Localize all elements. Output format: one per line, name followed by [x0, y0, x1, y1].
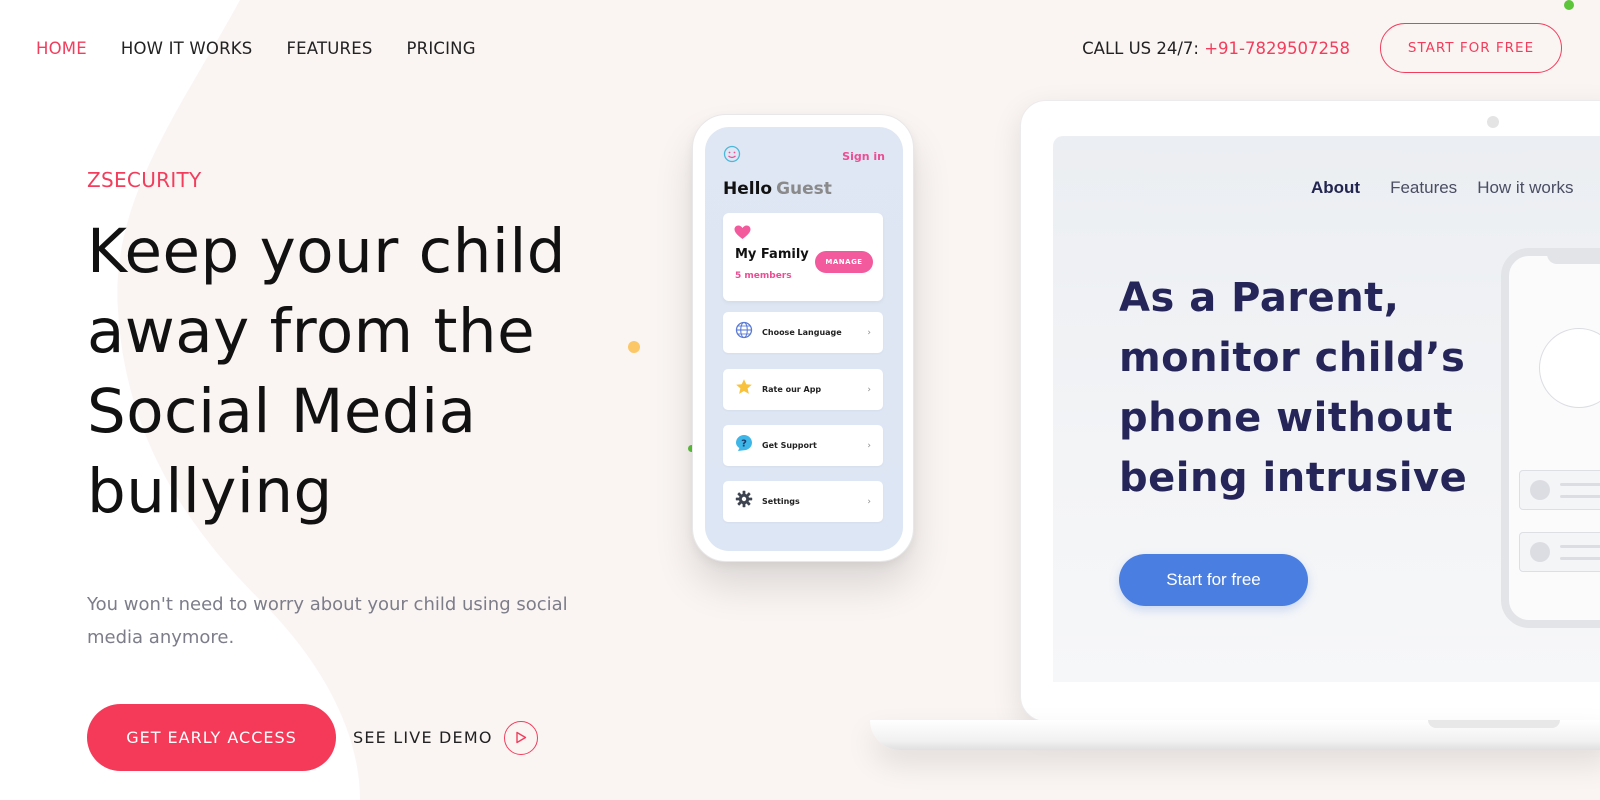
manage-button[interactable]: MANAGE: [815, 251, 873, 273]
nav-links: HOME HOW IT WORKS FEATURES PRICING: [36, 39, 476, 58]
laptop-nav-about[interactable]: About: [1311, 178, 1360, 198]
nav-features[interactable]: FEATURES: [286, 39, 372, 58]
phone-mockup: Sign in Hello Guest My Family 5 members M…: [692, 114, 914, 562]
laptop-nav-how-it-works[interactable]: How it works: [1477, 178, 1573, 198]
laptop-camera: [1487, 116, 1499, 128]
chevron-right-icon: ›: [867, 440, 871, 451]
call-label: CALL US 24/7:: [1082, 38, 1205, 58]
get-early-access-button[interactable]: GET EARLY ACCESS: [87, 704, 336, 771]
menu-item-label: Settings: [762, 497, 800, 506]
nav-pricing[interactable]: PRICING: [407, 39, 476, 58]
phone-top-bar: Sign in: [723, 145, 885, 168]
svg-text:?: ?: [741, 439, 747, 450]
laptop-base-notch: [1428, 720, 1560, 728]
phone-greeting: Hello Guest: [723, 179, 832, 199]
menu-item-label: Rate our App: [762, 385, 822, 394]
placeholder-row: [1519, 532, 1600, 572]
menu-item-settings[interactable]: Settings ›: [723, 481, 883, 522]
menu-item-support[interactable]: ? Get Support ›: [723, 425, 883, 466]
menu-item-label: Choose Language: [762, 328, 842, 337]
nav-right: CALL US 24/7: +91-7829507258 START FOR F…: [1082, 23, 1562, 73]
family-members: 5 members: [735, 271, 792, 281]
family-card: My Family 5 members MANAGE: [723, 213, 883, 301]
call-info: CALL US 24/7: +91-7829507258: [1082, 39, 1350, 58]
placeholder-avatar: [1539, 328, 1600, 408]
hero-headline: Keep your child away from the Social Med…: [87, 212, 607, 532]
smiley-icon: [723, 145, 741, 168]
menu-item-language[interactable]: Choose Language ›: [723, 312, 883, 353]
menu-item-label: Get Support: [762, 441, 817, 450]
hero: ZSECURITY Keep your child away from the …: [87, 168, 607, 532]
laptop-phone-illustration: [1501, 248, 1600, 628]
see-live-demo-link[interactable]: SEE LIVE DEMO: [353, 720, 538, 755]
laptop-nav-features[interactable]: Features: [1390, 178, 1457, 198]
chevron-right-icon: ›: [867, 496, 871, 507]
headline-line-1: Keep your child: [87, 216, 566, 287]
help-bubble-icon: ?: [735, 434, 753, 457]
gear-icon: [735, 490, 753, 513]
sign-in-link[interactable]: Sign in: [842, 150, 885, 163]
phone-screen: Sign in Hello Guest My Family 5 members M…: [705, 127, 903, 551]
nav-how-it-works[interactable]: HOW IT WORKS: [121, 39, 253, 58]
guest-label: Guest: [776, 179, 832, 199]
headline-line-3: Social Media: [87, 376, 477, 447]
headline-line-2: away from the: [87, 296, 536, 367]
brand-name: ZSECURITY: [87, 168, 202, 192]
star-icon: [735, 378, 753, 401]
laptop-headline: As a Parent, monitor child’s phone witho…: [1119, 275, 1468, 501]
hero-subtitle: You won't need to worry about your child…: [87, 594, 568, 648]
chevron-right-icon: ›: [867, 384, 871, 395]
laptop-screen: About Features How it works As a Parent,…: [1053, 136, 1600, 682]
top-nav: HOME HOW IT WORKS FEATURES PRICING CALL …: [36, 23, 1562, 73]
heart-icon: [734, 225, 751, 245]
family-title: My Family: [735, 247, 809, 262]
menu-item-rate[interactable]: Rate our App ›: [723, 369, 883, 410]
headline-line-4: bullying: [87, 456, 333, 527]
nav-home[interactable]: HOME: [36, 39, 87, 58]
demo-label: SEE LIVE DEMO: [353, 728, 493, 747]
play-icon[interactable]: [503, 720, 538, 755]
laptop-start-button[interactable]: Start for free: [1119, 554, 1308, 606]
phone-number[interactable]: +91-7829507258: [1204, 39, 1350, 58]
phone-notch: [1547, 248, 1600, 264]
green-dot: [1564, 0, 1574, 10]
cta-row: GET EARLY ACCESS SEE LIVE DEMO: [87, 704, 538, 771]
laptop-nav: About Features How it works: [1311, 178, 1594, 198]
start-for-free-button[interactable]: START FOR FREE: [1380, 23, 1562, 73]
yellow-dot: [628, 341, 640, 353]
hello-label: Hello: [723, 179, 773, 199]
placeholder-row: [1519, 470, 1600, 510]
chevron-right-icon: ›: [867, 327, 871, 338]
globe-icon: [735, 321, 753, 344]
